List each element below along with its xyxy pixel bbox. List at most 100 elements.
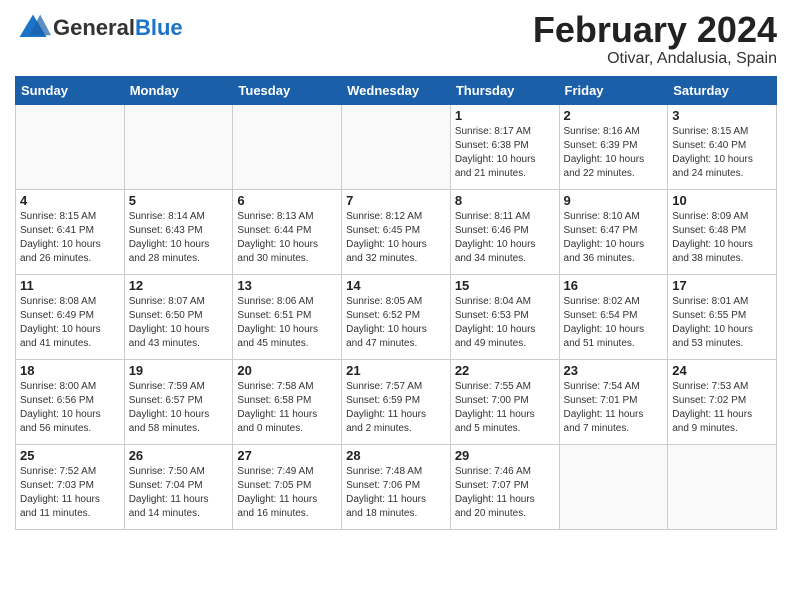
day-info: Sunrise: 8:01 AM Sunset: 6:55 PM Dayligh… <box>672 295 772 351</box>
day-number: 8 <box>455 193 555 208</box>
week-row-2: 11 Sunrise: 8:08 AM Sunset: 6:49 PM Dayli… <box>16 274 777 359</box>
day-info: Sunrise: 7:59 AM Sunset: 6:57 PM Dayligh… <box>129 380 229 436</box>
day-number: 6 <box>237 193 337 208</box>
day-info: Sunrise: 8:17 AM Sunset: 6:38 PM Dayligh… <box>455 125 555 181</box>
day-number: 19 <box>129 363 229 378</box>
calendar-cell <box>559 444 668 529</box>
weekday-header-tuesday: Tuesday <box>233 76 342 104</box>
calendar-cell: 10 Sunrise: 8:09 AM Sunset: 6:48 PM Dayli… <box>668 189 777 274</box>
week-row-4: 25 Sunrise: 7:52 AM Sunset: 7:03 PM Dayli… <box>16 444 777 529</box>
calendar-cell: 23 Sunrise: 7:54 AM Sunset: 7:01 PM Dayli… <box>559 359 668 444</box>
day-info: Sunrise: 8:12 AM Sunset: 6:45 PM Dayligh… <box>346 210 446 266</box>
calendar-cell: 5 Sunrise: 8:14 AM Sunset: 6:43 PM Daylig… <box>124 189 233 274</box>
month-title: February 2024 <box>533 10 777 50</box>
day-info: Sunrise: 8:08 AM Sunset: 6:49 PM Dayligh… <box>20 295 120 351</box>
title-area: February 2024 Otivar, Andalusia, Spain <box>533 10 777 68</box>
day-number: 25 <box>20 448 120 463</box>
calendar-cell: 1 Sunrise: 8:17 AM Sunset: 6:38 PM Daylig… <box>450 104 559 189</box>
week-row-1: 4 Sunrise: 8:15 AM Sunset: 6:41 PM Daylig… <box>16 189 777 274</box>
calendar-cell: 27Sunrise: 7:49 AM Sunset: 7:05 PM Dayli… <box>233 444 342 529</box>
day-number: 28 <box>346 448 446 463</box>
day-number: 7 <box>346 193 446 208</box>
day-info: Sunrise: 8:04 AM Sunset: 6:53 PM Dayligh… <box>455 295 555 351</box>
day-number: 1 <box>455 108 555 123</box>
calendar-cell <box>16 104 125 189</box>
day-info: Sunrise: 8:06 AM Sunset: 6:51 PM Dayligh… <box>237 295 337 351</box>
calendar-cell: 8Sunrise: 8:11 AM Sunset: 6:46 PM Daylig… <box>450 189 559 274</box>
day-number: 17 <box>672 278 772 293</box>
logo: GeneralBlue <box>15 10 183 46</box>
calendar-cell <box>342 104 451 189</box>
weekday-header-row: SundayMondayTuesdayWednesdayThursdayFrid… <box>16 76 777 104</box>
day-info: Sunrise: 7:52 AM Sunset: 7:03 PM Dayligh… <box>20 465 120 521</box>
calendar-cell: 22Sunrise: 7:55 AM Sunset: 7:00 PM Dayli… <box>450 359 559 444</box>
calendar-cell: 16 Sunrise: 8:02 AM Sunset: 6:54 PM Dayli… <box>559 274 668 359</box>
logo-icon <box>15 10 51 46</box>
day-info: Sunrise: 8:10 AM Sunset: 6:47 PM Dayligh… <box>564 210 664 266</box>
day-info: Sunrise: 8:05 AM Sunset: 6:52 PM Dayligh… <box>346 295 446 351</box>
calendar-cell: 18Sunrise: 8:00 AM Sunset: 6:56 PM Dayli… <box>16 359 125 444</box>
day-number: 4 <box>20 193 120 208</box>
calendar-cell: 13 Sunrise: 8:06 AM Sunset: 6:51 PM Dayli… <box>233 274 342 359</box>
day-number: 11 <box>20 278 120 293</box>
day-number: 23 <box>564 363 664 378</box>
weekday-header-friday: Friday <box>559 76 668 104</box>
weekday-header-monday: Monday <box>124 76 233 104</box>
calendar-cell: 26 Sunrise: 7:50 AM Sunset: 7:04 PM Dayli… <box>124 444 233 529</box>
day-number: 2 <box>564 108 664 123</box>
calendar-cell: 19 Sunrise: 7:59 AM Sunset: 6:57 PM Dayli… <box>124 359 233 444</box>
calendar-cell: 14 Sunrise: 8:05 AM Sunset: 6:52 PM Dayli… <box>342 274 451 359</box>
day-info: Sunrise: 7:49 AM Sunset: 7:05 PM Dayligh… <box>237 465 337 521</box>
day-info: Sunrise: 7:53 AM Sunset: 7:02 PM Dayligh… <box>672 380 772 436</box>
day-number: 29 <box>455 448 555 463</box>
day-info: Sunrise: 7:54 AM Sunset: 7:01 PM Dayligh… <box>564 380 664 436</box>
calendar-cell: 7 Sunrise: 8:12 AM Sunset: 6:45 PM Daylig… <box>342 189 451 274</box>
calendar-cell: 9Sunrise: 8:10 AM Sunset: 6:47 PM Daylig… <box>559 189 668 274</box>
day-info: Sunrise: 8:15 AM Sunset: 6:41 PM Dayligh… <box>20 210 120 266</box>
day-info: Sunrise: 8:00 AM Sunset: 6:56 PM Dayligh… <box>20 380 120 436</box>
location: Otivar, Andalusia, Spain <box>533 50 777 68</box>
week-row-0: 1 Sunrise: 8:17 AM Sunset: 6:38 PM Daylig… <box>16 104 777 189</box>
day-info: Sunrise: 7:50 AM Sunset: 7:04 PM Dayligh… <box>129 465 229 521</box>
day-info: Sunrise: 8:14 AM Sunset: 6:43 PM Dayligh… <box>129 210 229 266</box>
calendar-cell: 21 Sunrise: 7:57 AM Sunset: 6:59 PM Dayli… <box>342 359 451 444</box>
calendar-cell: 12 Sunrise: 8:07 AM Sunset: 6:50 PM Dayli… <box>124 274 233 359</box>
calendar-cell: 25 Sunrise: 7:52 AM Sunset: 7:03 PM Dayli… <box>16 444 125 529</box>
day-number: 26 <box>129 448 229 463</box>
day-info: Sunrise: 8:07 AM Sunset: 6:50 PM Dayligh… <box>129 295 229 351</box>
calendar-cell <box>668 444 777 529</box>
day-info: Sunrise: 8:13 AM Sunset: 6:44 PM Dayligh… <box>237 210 337 266</box>
weekday-header-saturday: Saturday <box>668 76 777 104</box>
day-number: 15 <box>455 278 555 293</box>
calendar-cell: 15 Sunrise: 8:04 AM Sunset: 6:53 PM Dayli… <box>450 274 559 359</box>
day-number: 12 <box>129 278 229 293</box>
calendar-cell: 24Sunrise: 7:53 AM Sunset: 7:02 PM Dayli… <box>668 359 777 444</box>
day-number: 14 <box>346 278 446 293</box>
calendar-table: SundayMondayTuesdayWednesdayThursdayFrid… <box>15 76 777 530</box>
day-number: 21 <box>346 363 446 378</box>
logo-general-text: General <box>53 15 135 40</box>
weekday-header-sunday: Sunday <box>16 76 125 104</box>
day-number: 3 <box>672 108 772 123</box>
logo-blue-text: Blue <box>135 15 183 40</box>
day-number: 10 <box>672 193 772 208</box>
day-info: Sunrise: 7:57 AM Sunset: 6:59 PM Dayligh… <box>346 380 446 436</box>
calendar-cell: 3 Sunrise: 8:15 AM Sunset: 6:40 PM Daylig… <box>668 104 777 189</box>
day-info: Sunrise: 8:16 AM Sunset: 6:39 PM Dayligh… <box>564 125 664 181</box>
calendar-cell: 4 Sunrise: 8:15 AM Sunset: 6:41 PM Daylig… <box>16 189 125 274</box>
day-info: Sunrise: 8:09 AM Sunset: 6:48 PM Dayligh… <box>672 210 772 266</box>
week-row-3: 18Sunrise: 8:00 AM Sunset: 6:56 PM Dayli… <box>16 359 777 444</box>
day-number: 13 <box>237 278 337 293</box>
day-info: Sunrise: 8:15 AM Sunset: 6:40 PM Dayligh… <box>672 125 772 181</box>
calendar-cell: 29Sunrise: 7:46 AM Sunset: 7:07 PM Dayli… <box>450 444 559 529</box>
day-number: 16 <box>564 278 664 293</box>
calendar-cell <box>233 104 342 189</box>
calendar-cell: 2 Sunrise: 8:16 AM Sunset: 6:39 PM Daylig… <box>559 104 668 189</box>
day-number: 5 <box>129 193 229 208</box>
day-info: Sunrise: 7:55 AM Sunset: 7:00 PM Dayligh… <box>455 380 555 436</box>
calendar-cell: 17 Sunrise: 8:01 AM Sunset: 6:55 PM Dayli… <box>668 274 777 359</box>
day-info: Sunrise: 8:02 AM Sunset: 6:54 PM Dayligh… <box>564 295 664 351</box>
calendar-cell: 11 Sunrise: 8:08 AM Sunset: 6:49 PM Dayli… <box>16 274 125 359</box>
calendar-cell: 6 Sunrise: 8:13 AM Sunset: 6:44 PM Daylig… <box>233 189 342 274</box>
day-number: 20 <box>237 363 337 378</box>
